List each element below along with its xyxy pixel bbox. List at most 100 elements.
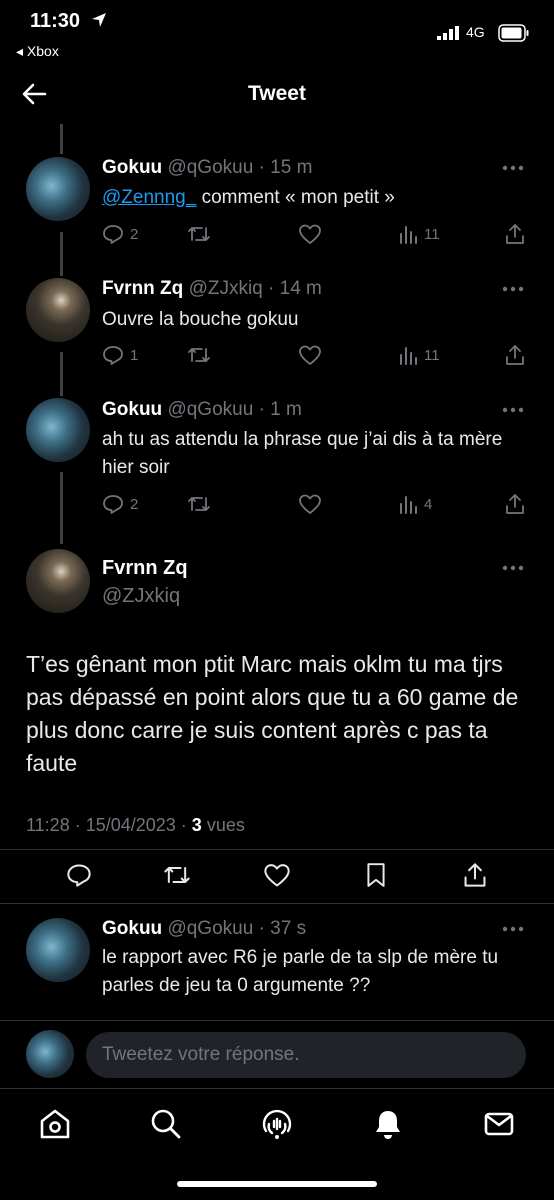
more-icon[interactable] <box>502 926 524 932</box>
more-icon[interactable] <box>502 165 524 171</box>
top-bar: Tweet <box>0 68 554 124</box>
reply-button[interactable]: 2 <box>102 222 138 246</box>
views-button[interactable]: 4 <box>398 492 432 516</box>
spaces-icon[interactable] <box>260 1107 294 1141</box>
thread-line <box>60 232 63 276</box>
location-arrow-icon <box>92 13 106 27</box>
reply-icon <box>103 346 123 365</box>
retweet-icon[interactable] <box>163 862 191 888</box>
reply-count: 1 <box>130 346 139 364</box>
retweet-button[interactable] <box>187 492 211 516</box>
like-button[interactable] <box>298 343 322 367</box>
reply-count: 2 <box>130 495 139 513</box>
reply-count: 2 <box>130 225 139 243</box>
author-handle: @qGokuu <box>167 399 254 420</box>
page-title: Tweet <box>248 82 306 105</box>
tweet-text: le rapport avec R6 je parle de ta slp de… <box>102 947 499 996</box>
tweet-text: Ouvre la bouche gokuu <box>102 309 299 330</box>
views-icon <box>400 347 417 365</box>
author-handle: @ZJxkiq <box>188 278 263 299</box>
like-icon <box>299 494 321 514</box>
share-icon <box>506 345 524 365</box>
avatar[interactable] <box>26 918 90 982</box>
like-button[interactable] <box>298 222 322 246</box>
thread-line <box>60 124 63 154</box>
like-button[interactable] <box>298 492 322 516</box>
views-icon <box>400 496 417 514</box>
views-count: 4 <box>424 495 433 513</box>
share-button[interactable] <box>504 492 526 516</box>
tweet-text: @Zennng_ comment « mon petit » <box>102 187 395 208</box>
divider <box>0 849 554 850</box>
more-icon[interactable] <box>502 407 524 413</box>
notifications-icon[interactable] <box>371 1107 405 1141</box>
reply-button[interactable]: 2 <box>102 492 138 516</box>
views-count: 3 <box>191 815 202 835</box>
views-label: vues <box>201 815 245 835</box>
reply-icon <box>103 225 123 244</box>
reply-composer: Tweetez votre réponse. <box>0 1020 554 1088</box>
tweet-text: ah tu as attendu la phrase que j’ai dis … <box>102 429 503 478</box>
tweet-meta: 11:28 · 15/04/2023 · 3 vues <box>26 815 245 836</box>
battery-icon <box>498 24 529 42</box>
reply-button[interactable]: 1 <box>102 343 138 367</box>
home-indicator <box>177 1181 377 1187</box>
author-handle: @qGokuu <box>167 157 254 178</box>
like-icon[interactable] <box>263 862 291 888</box>
avatar[interactable] <box>26 398 90 462</box>
retweet-icon <box>188 348 210 362</box>
views-icon <box>400 226 417 244</box>
views-button[interactable]: 11 <box>398 222 440 246</box>
tweet-time: · 1 m <box>258 399 302 420</box>
home-icon[interactable] <box>38 1107 72 1141</box>
tweet-actions: 1 11 <box>102 343 528 367</box>
reply-input[interactable]: Tweetez votre réponse. <box>86 1032 526 1078</box>
author-name[interactable]: Gokuu <box>102 918 162 939</box>
share-button[interactable] <box>504 222 526 246</box>
network-type: 4G <box>466 24 485 40</box>
share-icon[interactable] <box>462 862 488 888</box>
tweet-datetime: 11:28 · 15/04/2023 · <box>26 815 192 835</box>
reply-icon <box>103 495 123 514</box>
author-name[interactable]: Gokuu <box>102 399 162 420</box>
retweet-icon <box>188 497 210 511</box>
divider <box>0 903 554 904</box>
views-button[interactable]: 11 <box>398 343 440 367</box>
retweet-button[interactable] <box>187 343 211 367</box>
search-icon[interactable] <box>149 1107 183 1141</box>
author-name[interactable]: Gokuu <box>102 157 162 178</box>
tweet-actions: 2 11 <box>102 222 528 246</box>
author-name[interactable]: Fvrnn Zq <box>102 278 183 299</box>
author-handle: @qGokuu <box>167 918 254 939</box>
retweet-icon <box>188 227 210 241</box>
author-handle: @ZJxkiq <box>102 585 181 607</box>
thread-line <box>60 352 63 396</box>
avatar[interactable] <box>26 278 90 342</box>
share-button[interactable] <box>504 343 526 367</box>
views-count: 11 <box>424 225 440 243</box>
like-icon <box>299 345 321 365</box>
share-icon <box>506 224 524 244</box>
status-time: 11:30 <box>30 10 81 32</box>
mention-link[interactable]: @Zennng_ <box>102 187 196 208</box>
signal-icon <box>437 26 459 40</box>
tweet-time: · 14 m <box>268 278 322 299</box>
status-bar: 11:30 ◂ Xbox 4G <box>0 0 554 68</box>
author-name[interactable]: Fvrnn Zq <box>102 557 188 580</box>
more-icon[interactable] <box>502 286 524 292</box>
back-to-app-link[interactable]: ◂ Xbox <box>16 43 59 60</box>
views-count: 11 <box>424 346 440 364</box>
main-tweet-actions <box>0 860 554 890</box>
avatar[interactable] <box>26 549 90 613</box>
share-icon <box>506 494 524 514</box>
messages-icon[interactable] <box>482 1107 516 1141</box>
retweet-button[interactable] <box>187 222 211 246</box>
avatar <box>26 1030 74 1078</box>
reply-icon[interactable] <box>66 862 92 888</box>
tweet-time: · 15 m <box>258 157 313 178</box>
avatar[interactable] <box>26 157 90 221</box>
more-icon[interactable] <box>502 565 524 571</box>
bookmark-icon[interactable] <box>365 862 387 888</box>
thread-line <box>60 472 63 544</box>
tweet-time: · 37 s <box>258 918 307 939</box>
